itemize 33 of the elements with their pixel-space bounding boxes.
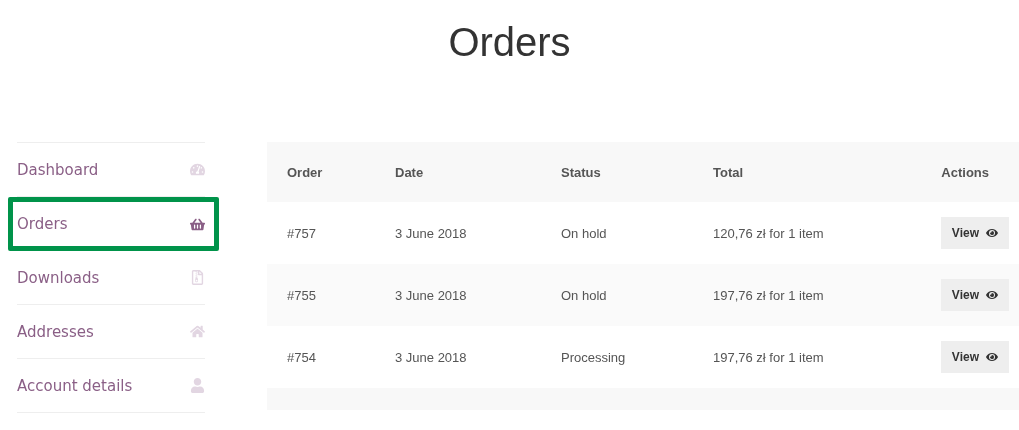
table-cell-text: 3 June 2018	[395, 225, 468, 241]
table-cell-text: 3 June 2018	[395, 287, 468, 303]
table-cell-text: #755	[287, 287, 317, 303]
column-header: Actions	[941, 164, 989, 180]
sidebar-item[interactable]: Downloads	[17, 251, 205, 305]
column-header: Order	[287, 164, 324, 180]
home-icon	[190, 324, 205, 339]
file-icon	[190, 270, 205, 285]
eye-icon	[986, 289, 998, 301]
eye-icon	[986, 227, 998, 239]
sidebar-item[interactable]: Orders	[8, 197, 219, 251]
table-cell-text: 120,76 zł for 1 item	[713, 225, 825, 241]
table-cell-text: 197,76 zł for 1 item	[713, 287, 825, 303]
column-header: Total	[713, 164, 745, 180]
page-title: Orders	[447, 19, 572, 66]
eye-icon	[986, 351, 998, 363]
column-header: Status	[561, 164, 602, 180]
basket-icon	[190, 216, 205, 232]
table-cell-text: #757	[287, 225, 317, 241]
gauge-icon	[190, 162, 205, 177]
view-button[interactable]: View	[940, 279, 1009, 311]
view-button[interactable]: View	[940, 217, 1009, 249]
table-cell-text: 197,76 zł for 1 item	[713, 349, 825, 365]
column-header: Date	[395, 164, 425, 180]
table-cell-text: 3 June 2018	[395, 349, 468, 365]
sidebar-item[interactable]: Account details	[17, 359, 205, 413]
table-cell-text: Processing	[561, 349, 627, 365]
view-button[interactable]: View	[940, 341, 1009, 373]
user-icon	[190, 378, 205, 393]
table-cell-text: #754	[287, 349, 317, 365]
table-cell-text: On hold	[561, 225, 608, 241]
table-cell-text: On hold	[561, 287, 608, 303]
sidebar-item[interactable]: Addresses	[17, 305, 205, 359]
